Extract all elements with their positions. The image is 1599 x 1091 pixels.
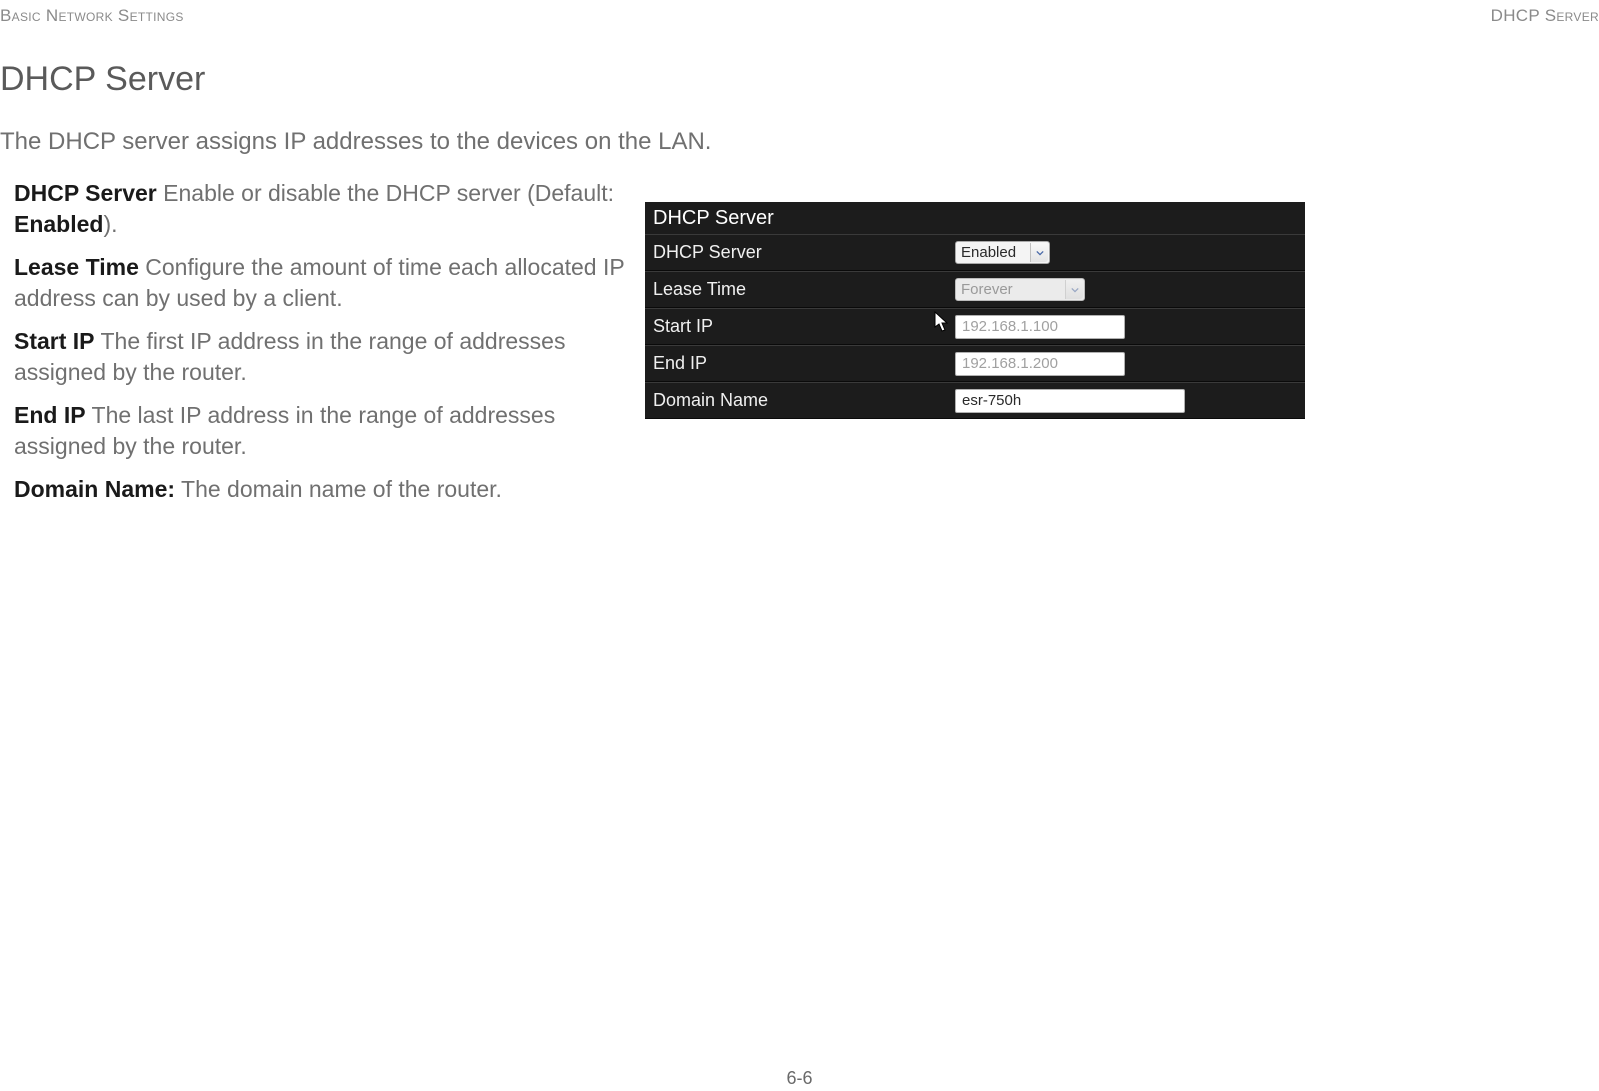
definition-domain-name-label: Domain Name: <box>14 476 175 502</box>
definition-dhcp-server-label: DHCP Server <box>14 180 157 206</box>
lease-time-select[interactable]: Forever <box>955 278 1085 301</box>
definition-domain-name-desc: The domain name of the router. <box>175 476 502 502</box>
intro-text: The DHCP server assigns IP addresses to … <box>0 128 711 156</box>
page-title: DHCP Server <box>0 60 205 99</box>
page-number: 6-6 <box>786 1068 812 1089</box>
definition-dhcp-server: DHCP Server Enable or disable the DHCP s… <box>14 178 629 240</box>
lease-time-select-value: Forever <box>961 281 1013 298</box>
definition-end-ip-desc: The last IP address in the range of addr… <box>14 402 555 459</box>
domain-name-input[interactable]: esr-750h <box>955 389 1185 413</box>
definition-start-ip-desc: The first IP address in the range of add… <box>14 328 565 385</box>
definition-start-ip: Start IP The first IP address in the ran… <box>14 326 629 388</box>
dhcp-settings-panel: DHCP Server DHCP Server Enabled Lease Ti… <box>645 202 1305 419</box>
chevron-down-icon <box>1065 280 1083 299</box>
definition-dhcp-server-default: Enabled <box>14 211 103 237</box>
dhcp-server-select[interactable]: Enabled <box>955 241 1050 264</box>
panel-row-start-ip: Start IP 192.168.1.100 <box>645 308 1305 345</box>
header-breadcrumb-right: DHCP Server <box>1491 6 1599 26</box>
dhcp-server-select-value: Enabled <box>961 244 1016 261</box>
panel-row-domain-name: Domain Name esr-750h <box>645 382 1305 419</box>
header-breadcrumb-left: Basic Network Settings <box>0 6 184 26</box>
start-ip-input[interactable]: 192.168.1.100 <box>955 315 1125 339</box>
panel-label-dhcp-server: DHCP Server <box>645 242 955 263</box>
panel-label-end-ip: End IP <box>645 353 955 374</box>
panel-row-lease-time: Lease Time Forever <box>645 271 1305 308</box>
definition-end-ip-label: End IP <box>14 402 86 428</box>
chevron-down-icon <box>1030 243 1048 262</box>
definitions-list: DHCP Server Enable or disable the DHCP s… <box>14 178 629 517</box>
definition-lease-time-label: Lease Time <box>14 254 139 280</box>
panel-label-lease-time: Lease Time <box>645 279 955 300</box>
definition-dhcp-server-desc-2: ). <box>103 211 117 237</box>
definition-start-ip-label: Start IP <box>14 328 95 354</box>
panel-row-end-ip: End IP 192.168.1.200 <box>645 345 1305 382</box>
definition-domain-name: Domain Name: The domain name of the rout… <box>14 474 629 505</box>
end-ip-input[interactable]: 192.168.1.200 <box>955 352 1125 376</box>
panel-label-start-ip: Start IP <box>645 316 955 337</box>
definition-dhcp-server-desc-1: Enable or disable the DHCP server (Defau… <box>157 180 614 206</box>
definition-lease-time: Lease Time Configure the amount of time … <box>14 252 629 314</box>
panel-title: DHCP Server <box>645 202 1305 234</box>
panel-row-dhcp-server: DHCP Server Enabled <box>645 234 1305 271</box>
definition-end-ip: End IP The last IP address in the range … <box>14 400 629 462</box>
panel-label-domain-name: Domain Name <box>645 390 955 411</box>
